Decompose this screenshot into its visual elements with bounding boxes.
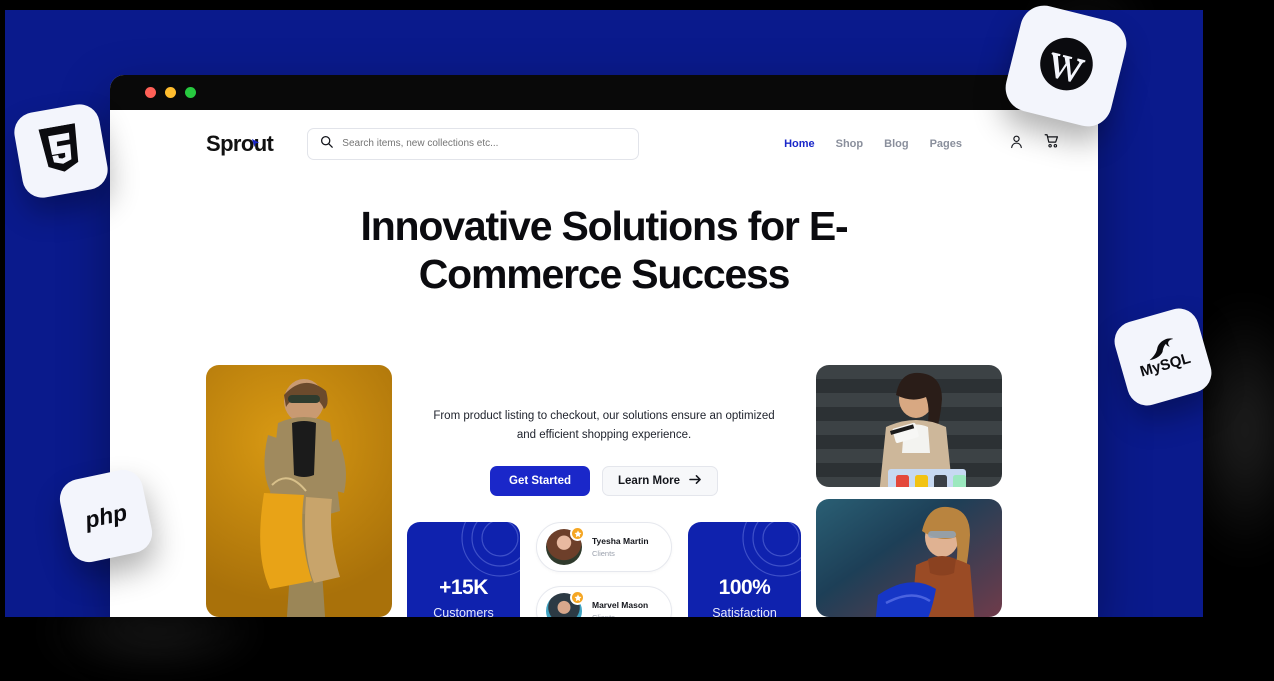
brand-logo-text: Sprout <box>206 130 274 156</box>
stat-label: Satisfaction <box>712 606 777 617</box>
photo-woman-shopping-bags <box>206 365 392 617</box>
stat-value: 100% <box>718 576 771 600</box>
browser-titlebar <box>110 75 1098 110</box>
search-icon <box>320 135 334 153</box>
testimonial-name: Tyesha Martin <box>592 536 649 547</box>
star-icon <box>570 590 585 606</box>
window-minimize-button[interactable] <box>165 87 176 98</box>
nav-item-home[interactable]: Home <box>784 138 815 150</box>
stat-card-satisfaction: 100% Satisfaction <box>688 522 801 617</box>
search-input[interactable] <box>342 138 627 149</box>
arrow-right-icon <box>689 474 702 488</box>
testimonial-name: Marvel Mason <box>592 600 649 611</box>
mysql-logo: MySQL <box>1133 334 1193 380</box>
hero-content-grid: From product listing to checkout, our so… <box>110 365 1098 617</box>
php-logo-badge: php <box>56 466 156 566</box>
photo-woman-blue-coat <box>816 498 1002 617</box>
brand-logo[interactable]: Sprout <box>206 128 274 157</box>
shopping-cart-icon[interactable] <box>1044 133 1060 154</box>
testimonial-role: Clients <box>592 613 648 617</box>
wordpress-logo <box>1030 28 1102 103</box>
website-page: Sprout Home Shop <box>110 110 1098 617</box>
window-maximize-button[interactable] <box>185 87 196 98</box>
html5-logo <box>36 122 86 180</box>
window-close-button[interactable] <box>145 87 156 98</box>
stat-label: Customers <box>433 606 494 617</box>
photo-woman-credit-card <box>816 365 1002 487</box>
stats-and-testimonials-row: +15K Customers Tyesha Martin Clients Mar… <box>407 522 801 617</box>
testimonial-role: Clients <box>592 549 615 559</box>
nav-item-pages[interactable]: Pages <box>930 138 962 150</box>
page-title: Innovative Solutions for E-Commerce Succ… <box>360 203 849 297</box>
search-box[interactable] <box>307 127 640 160</box>
hero-left-image-column <box>206 365 392 617</box>
stat-card-customers: +15K Customers <box>407 522 520 617</box>
cta-row: Get Started Learn More <box>490 466 718 497</box>
brand-cursor-icon <box>251 128 260 147</box>
star-icon <box>570 526 585 542</box>
get-started-button[interactable]: Get Started <box>490 466 590 497</box>
hero-right-image-column <box>816 365 1002 617</box>
screenshot-stage: Sprout Home Shop <box>0 0 1274 681</box>
decorative-arcs <box>742 522 801 577</box>
learn-more-label: Learn More <box>618 475 680 488</box>
php-label: php <box>82 498 130 533</box>
testimonial-card[interactable]: Tyesha Martin Clients <box>536 522 672 573</box>
main-nav: Home Shop Blog Pages <box>784 133 1060 154</box>
user-account-icon[interactable] <box>1009 134 1024 154</box>
testimonial-list: Tyesha Martin Clients Marvel Mason <box>536 522 672 617</box>
browser-window: Sprout Home Shop <box>110 75 1098 617</box>
hero-center-column: From product listing to checkout, our so… <box>407 365 801 617</box>
nav-item-shop[interactable]: Shop <box>836 138 864 150</box>
decorative-arcs <box>461 522 520 577</box>
html5-logo-badge <box>11 101 111 201</box>
nav-item-blog[interactable]: Blog <box>884 138 908 150</box>
learn-more-button[interactable]: Learn More <box>602 466 718 497</box>
stat-value: +15K <box>439 576 488 600</box>
hero-subtitle: From product listing to checkout, our so… <box>433 410 775 441</box>
site-header: Sprout Home Shop <box>110 110 1098 177</box>
testimonial-card[interactable]: Marvel Mason Clients <box>536 586 672 617</box>
